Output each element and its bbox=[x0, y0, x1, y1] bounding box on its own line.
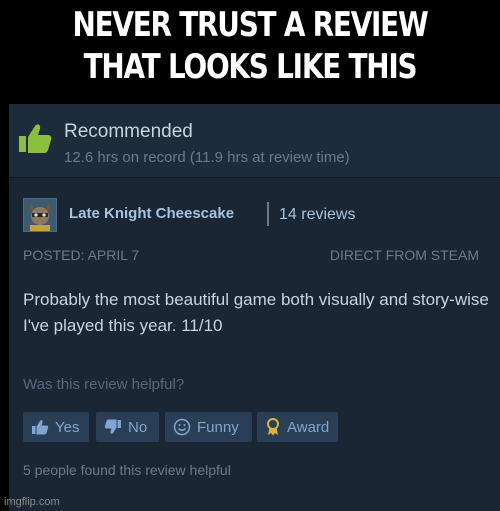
recommendation-header: Recommended 12.6 hrs on record (11.9 hrs… bbox=[9, 104, 500, 177]
posted-date: POSTED: APRIL 7 bbox=[23, 247, 140, 263]
review-text: Probably the most beautiful game both vi… bbox=[23, 290, 489, 335]
caption-line-2: THAT LOOKS LIKE THIS bbox=[83, 47, 418, 87]
thumbs-up-icon bbox=[31, 418, 49, 436]
caption-line-1: NEVER TRUST A REVIEW bbox=[72, 5, 428, 45]
review-source: DIRECT FROM STEAM bbox=[329, 247, 479, 263]
yes-button[interactable]: Yes bbox=[23, 412, 89, 442]
funny-label: Funny bbox=[197, 418, 239, 436]
author-separator bbox=[267, 202, 269, 226]
award-ribbon-icon bbox=[265, 418, 281, 436]
smiley-icon bbox=[173, 418, 191, 436]
award-button[interactable]: Award bbox=[257, 412, 338, 442]
review-card: Recommended 12.6 hrs on record (11.9 hrs… bbox=[9, 104, 500, 511]
helpful-count: 5 people found this review helpful bbox=[23, 462, 231, 478]
thumbs-down-icon bbox=[104, 418, 122, 436]
header-divider bbox=[9, 177, 500, 178]
meme-caption: NEVER TRUST A REVIEW THAT LOOKS LIKE THI… bbox=[45, 4, 455, 88]
watermark: imgflip.com bbox=[4, 496, 60, 508]
author-review-count[interactable]: 14 reviews bbox=[279, 206, 355, 224]
no-button[interactable]: No bbox=[96, 412, 159, 442]
no-label: No bbox=[128, 418, 148, 436]
avatar[interactable] bbox=[23, 198, 57, 232]
funny-button[interactable]: Funny bbox=[165, 412, 252, 442]
thumbs-up-icon bbox=[17, 120, 53, 156]
yes-label: Yes bbox=[55, 418, 80, 436]
playtime-text: 12.6 hrs on record (11.9 hrs at review t… bbox=[64, 149, 350, 166]
verdict-label: Recommended bbox=[64, 121, 193, 142]
award-label: Award bbox=[287, 418, 330, 436]
helpful-question: Was this review helpful? bbox=[23, 376, 185, 393]
author-name[interactable]: Late Knight Cheescake bbox=[69, 205, 234, 222]
